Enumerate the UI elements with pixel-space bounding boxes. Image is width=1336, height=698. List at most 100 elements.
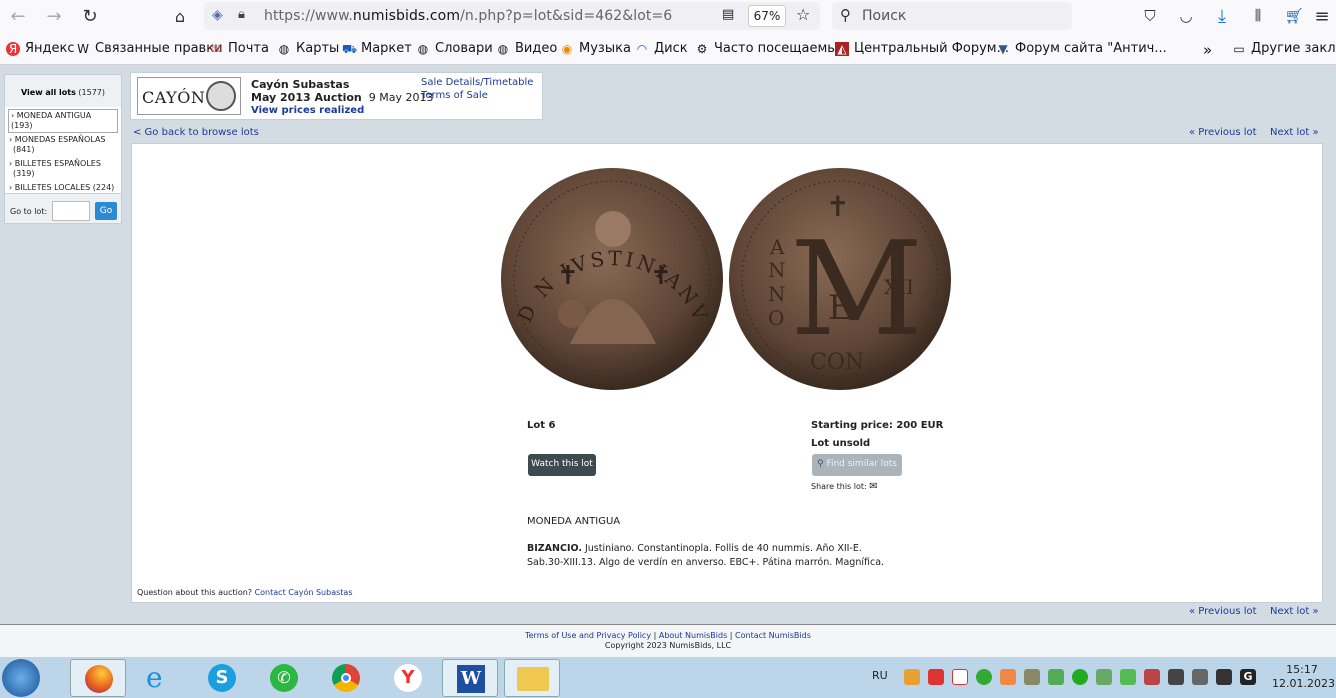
lock-icon[interactable]: 🔒︎ xyxy=(238,7,245,22)
forum-icon: ◭ xyxy=(835,41,849,56)
pocket-icon[interactable]: ◡ xyxy=(1174,4,1198,28)
forward-arrow-icon[interactable]: → xyxy=(42,4,66,28)
cart-icon[interactable]: 🛒︎ xyxy=(1282,4,1306,28)
bookmark-label: Форум сайта "Антич... xyxy=(1015,41,1167,56)
tray-icon[interactable] xyxy=(952,669,968,685)
reverse-mintmark: CON xyxy=(810,350,864,375)
bookmark-central-forum[interactable]: ◭ Центральный Форум... xyxy=(835,41,1009,56)
goto-lot: Go to lot: Go xyxy=(5,193,121,223)
next-lot-link[interactable]: Next lot » xyxy=(1270,127,1319,138)
bookmark-music[interactable]: ◉ Музыка xyxy=(560,41,631,56)
whatsapp-taskbar-icon[interactable]: ✆ xyxy=(256,659,312,697)
yandex-browser-taskbar-icon[interactable]: Y xyxy=(380,659,436,697)
footer-about-link[interactable]: About NumisBids xyxy=(659,631,727,640)
cross-glyph: ✝ xyxy=(826,190,849,223)
auction-house: Cayón Subastas xyxy=(251,78,350,91)
url-bar[interactable]: ◈ 🔒︎ https://www.numisbids.com/n.php?p=l… xyxy=(204,2,820,30)
tray-icon[interactable] xyxy=(976,669,992,685)
coin-image[interactable]: ✝ ✝ D N IVSTINIANVS PP AVG M E ✝ A N N O… xyxy=(500,164,960,400)
auction-header: CAYÓN Cayón Subastas May 2013 Auction 9 … xyxy=(130,72,543,120)
g-icon[interactable]: G xyxy=(1240,669,1256,685)
bookmark-dictionaries[interactable]: ◍ Словари xyxy=(416,41,493,56)
folder-icon: ▭ xyxy=(1233,41,1245,56)
sidebar-item-moneda-antigua[interactable]: › MONEDA ANTIGUA (193) xyxy=(8,109,118,133)
view-all-lots[interactable]: View all lots (1577) xyxy=(5,75,121,107)
sale-details-link[interactable]: Sale Details/Timetable xyxy=(421,77,533,88)
view-all-label: View all lots xyxy=(20,88,76,97)
watch-lot-button[interactable]: Watch this lot xyxy=(528,454,596,476)
question-row: Question about this auction? Contact Cay… xyxy=(137,588,352,597)
bookmark-disk[interactable]: ◠ Диск xyxy=(635,41,688,56)
chrome-taskbar-icon[interactable] xyxy=(318,659,374,697)
search-placeholder: Поиск xyxy=(862,8,907,24)
previous-lot-link[interactable]: « Previous lot xyxy=(1189,127,1257,138)
bookmark-market[interactable]: ⛟ Маркет xyxy=(342,41,412,56)
goto-lot-input[interactable] xyxy=(52,201,90,221)
back-to-browse-link[interactable]: < Go back to browse lots xyxy=(133,127,259,138)
lot-description: BIZANCIO. Justiniano. Constantinopla. Fo… xyxy=(527,542,947,570)
bookmark-mail[interactable]: ✉ Почта xyxy=(209,41,269,56)
url-text[interactable]: https://www.numisbids.com/n.php?p=lot&si… xyxy=(264,8,672,24)
cayon-logo[interactable]: CAYÓN xyxy=(137,77,241,115)
envelope-icon[interactable]: ✉ xyxy=(869,481,877,492)
network-icon[interactable] xyxy=(1168,669,1184,685)
find-similar-label: Find similar lots xyxy=(826,459,897,469)
shield-icon[interactable]: ◈ xyxy=(212,7,223,23)
footer-terms-link[interactable]: Terms of Use and Privacy Policy xyxy=(525,631,651,640)
download-icon[interactable]: ⤓ xyxy=(1210,4,1234,28)
search-box[interactable]: ⚲ Поиск xyxy=(832,2,1072,30)
ie-taskbar-icon[interactable]: e xyxy=(132,659,188,697)
bookmark-related-edits[interactable]: W Связанные правки xyxy=(76,41,222,56)
sidebar-item-monedas-espanolas[interactable]: › MONEDAS ESPAÑOLAS (841) xyxy=(5,133,121,157)
word-taskbar-icon[interactable]: W xyxy=(442,659,498,697)
flag-icon[interactable] xyxy=(1216,669,1232,685)
library-icon[interactable]: ⫼ xyxy=(1246,4,1270,28)
bookmark-video[interactable]: ◍ Видео xyxy=(496,41,558,56)
bookmark-yandex[interactable]: Я Яндекс xyxy=(6,41,75,56)
back-arrow-icon[interactable]: ← xyxy=(6,4,30,28)
language-indicator[interactable]: RU xyxy=(872,669,888,682)
reverse-regnal-year: XII xyxy=(884,275,914,299)
tray-icon[interactable] xyxy=(1048,669,1064,685)
contact-cayon-link[interactable]: Contact Cayón Subastas xyxy=(255,588,353,597)
go-button[interactable]: Go xyxy=(95,202,117,220)
tray-icon[interactable] xyxy=(1120,669,1136,685)
reader-view-icon[interactable]: ▤ xyxy=(722,7,734,22)
view-prices-link[interactable]: View prices realized xyxy=(251,105,364,116)
footer-contact-link[interactable]: Contact NumisBids xyxy=(735,631,811,640)
firefox-taskbar-icon[interactable] xyxy=(70,659,126,697)
skype-taskbar-icon[interactable]: S xyxy=(194,659,250,697)
home-icon[interactable]: ⌂ xyxy=(168,4,192,28)
lot-category: MONEDA ANTIGUA xyxy=(527,516,621,527)
reload-icon[interactable]: ↻ xyxy=(78,4,102,28)
collections-icon[interactable]: ⛉ xyxy=(1138,4,1162,28)
tray-icon[interactable] xyxy=(1096,669,1112,685)
sidebar-item-billetes-espanoles[interactable]: › BILLETES ESPAÑOLES (319) xyxy=(5,157,121,181)
volume-icon[interactable] xyxy=(1192,669,1208,685)
tray-icon[interactable] xyxy=(1072,669,1088,685)
bookmark-maps[interactable]: ◍ Карты xyxy=(277,41,340,56)
zoom-level[interactable]: 67% xyxy=(748,5,786,27)
bookmark-label: Музыка xyxy=(579,41,631,56)
bookmark-other[interactable]: ▭ Другие закладк xyxy=(1232,41,1336,56)
tray-icon[interactable] xyxy=(1024,669,1040,685)
chevron-right-icon[interactable]: » xyxy=(1203,41,1212,59)
start-button[interactable] xyxy=(2,659,40,697)
explorer-taskbar-icon[interactable] xyxy=(504,659,560,697)
tray-icon[interactable] xyxy=(904,669,920,685)
bookmark-antique-forum[interactable]: ▼ Форум сайта "Антич... xyxy=(996,41,1167,56)
menu-icon[interactable]: ≡ xyxy=(1310,4,1334,28)
previous-lot-link-bottom[interactable]: « Previous lot xyxy=(1189,606,1257,617)
search-icon: ⚲ xyxy=(840,6,851,24)
tray-icon[interactable] xyxy=(928,669,944,685)
terms-link[interactable]: Terms of Sale xyxy=(421,90,488,101)
bookmark-label: Карты xyxy=(296,41,340,56)
bookmark-most-visited[interactable]: ⚙ Часто посещаемые xyxy=(695,41,846,56)
music-icon: ◉ xyxy=(561,41,573,56)
speaker-icon[interactable] xyxy=(1144,669,1160,685)
find-similar-button[interactable]: ⚲ Find similar lots xyxy=(812,454,902,476)
next-lot-link-bottom[interactable]: Next lot » xyxy=(1270,606,1319,617)
clock[interactable]: 15:17 12.01.2023 xyxy=(1272,663,1335,691)
tray-icon[interactable] xyxy=(1000,669,1016,685)
star-icon[interactable]: ☆ xyxy=(796,5,810,24)
